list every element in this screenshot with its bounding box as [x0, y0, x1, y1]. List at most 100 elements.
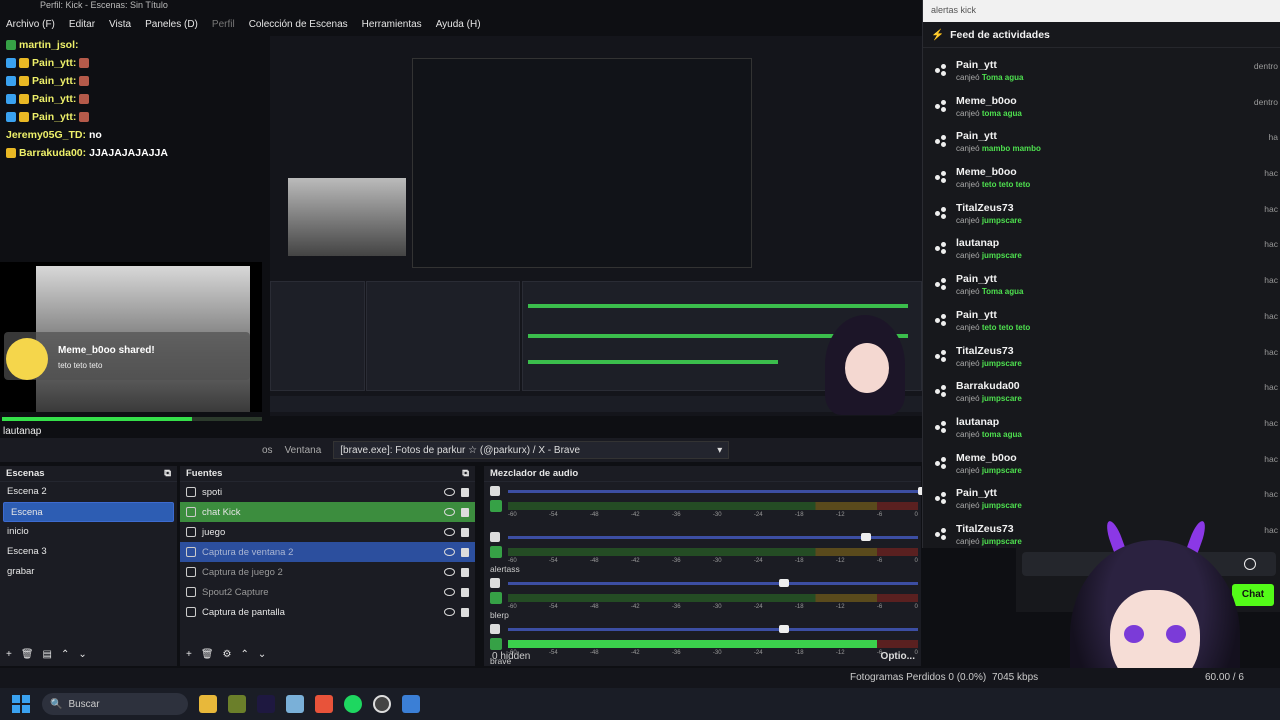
volume-slider[interactable] [508, 625, 918, 633]
speaker-icon[interactable] [490, 486, 500, 496]
eye-icon[interactable] [444, 488, 455, 496]
scene-item[interactable]: Escena 2 [0, 482, 177, 502]
spotify-icon[interactable] [344, 695, 362, 713]
lock-icon[interactable] [461, 507, 469, 517]
scene-item[interactable]: Escena [3, 502, 174, 522]
lock-icon[interactable] [461, 487, 469, 497]
menu-coleccion[interactable]: Colección de Escenas [249, 19, 348, 30]
filter-icon[interactable]: ▤ [43, 649, 52, 660]
lock-icon[interactable] [461, 547, 469, 557]
taskbar-search[interactable]: 🔍 Buscar [42, 693, 188, 715]
monitor-icon[interactable] [490, 500, 502, 512]
menu-archivo[interactable]: Archivo (F) [6, 19, 55, 30]
undock-icon[interactable]: ⧉ [462, 468, 469, 479]
chat-line: martin_jsol: [6, 36, 264, 54]
menu-vista[interactable]: Vista [109, 19, 131, 30]
vtube-icon[interactable] [402, 695, 420, 713]
chat-user: Barrakuda00: [19, 147, 87, 159]
speaker-icon[interactable] [490, 578, 500, 588]
volume-slider[interactable] [508, 533, 918, 541]
trash-icon[interactable]: 🗑 [21, 649, 34, 660]
trash-icon[interactable]: 🗑 [201, 649, 214, 660]
menu-herramientas[interactable]: Herramientas [362, 19, 422, 30]
feed-item: Meme_b0oo canjeó jumpscare hac [923, 449, 1280, 485]
add-icon[interactable]: + [6, 649, 12, 660]
reward-icon [935, 420, 949, 433]
source-item[interactable]: Captura de juego 2 [180, 562, 475, 582]
monitor-icon[interactable] [490, 638, 502, 650]
lock-icon[interactable] [461, 587, 469, 597]
volume-slider[interactable] [508, 487, 928, 495]
monitor-icon[interactable] [490, 592, 502, 604]
nested-scenes [270, 281, 365, 391]
chevron-down-icon[interactable]: ⌄ [78, 649, 86, 660]
eye-icon[interactable] [444, 588, 455, 596]
volume-slider[interactable] [508, 579, 918, 587]
vtuber-avatar-small [815, 305, 915, 415]
obs-icon[interactable] [373, 695, 391, 713]
source-item[interactable]: juego [180, 522, 475, 542]
chevron-up-icon[interactable]: ⌃ [61, 649, 69, 660]
gear-icon[interactable]: ⚙ [223, 649, 232, 660]
chevron-up-icon[interactable]: ⌃ [241, 649, 249, 660]
alert-preview: Meme_b0oo shared! teto teto teto [0, 262, 262, 412]
chat-user: martin_jsol: [19, 39, 79, 51]
reward-icon [935, 135, 949, 148]
feed-item: Pain_ytt canjeó mambo mambo ha [923, 127, 1280, 163]
feed-header: ⚡ Feed de actividades [923, 22, 1280, 48]
emote-icon [79, 112, 90, 122]
source-item[interactable]: spoti [180, 482, 475, 502]
volume-knob[interactable] [860, 533, 871, 541]
lock-icon[interactable] [461, 607, 469, 617]
feed-user: lautanap [956, 237, 1000, 250]
level-fill [508, 640, 877, 648]
eye-icon[interactable] [444, 568, 455, 576]
tick-label: -42 [630, 512, 640, 518]
chevron-down-icon[interactable]: ⌄ [258, 649, 266, 660]
tick-label: 0 [914, 604, 918, 610]
tick-label: -12 [835, 558, 845, 564]
source-label: Captura de ventana 2 [202, 546, 294, 558]
tab-properties[interactable]: os [262, 445, 273, 456]
lock-icon[interactable] [461, 567, 469, 577]
source-item[interactable]: chat Kick [180, 502, 475, 522]
brave-icon[interactable] [315, 695, 333, 713]
undock-icon[interactable]: ⧉ [164, 468, 171, 479]
lock-icon[interactable] [461, 527, 469, 537]
mixer-channel: -60 -54 -48 -42 -36 -30 -24 -18 -12 -6 0 [484, 482, 928, 528]
eye-icon[interactable] [444, 508, 455, 516]
reward-icon [935, 99, 949, 112]
menu-editar[interactable]: Editar [69, 19, 95, 30]
windows-start-icon[interactable] [12, 695, 30, 713]
scene-item[interactable]: grabar [0, 562, 177, 582]
folder-icon[interactable] [199, 695, 217, 713]
feed-action: canjeó toma agua [956, 430, 1280, 439]
feed-verb: canjeó [956, 536, 980, 546]
chevron-down-icon: ▾ [717, 444, 723, 456]
feed-reward: toma agua [981, 429, 1022, 439]
meter-ticks: -60 -54 -48 -42 -36 -30 -24 -18 -12 -6 0 [508, 558, 918, 564]
eye-icon[interactable] [444, 528, 455, 536]
add-icon[interactable]: + [186, 649, 192, 660]
eye-icon[interactable] [444, 608, 455, 616]
scene-item[interactable]: Escena 3 [0, 542, 177, 562]
speaker-icon[interactable] [490, 624, 500, 634]
options-button[interactable]: Optio... [881, 651, 915, 662]
menu-paneles[interactable]: Paneles (D) [145, 19, 198, 30]
menu-ayuda[interactable]: Ayuda (H) [436, 19, 481, 30]
source-item[interactable]: Spout2 Capture [180, 582, 475, 602]
premiere-icon[interactable] [257, 695, 275, 713]
volume-knob[interactable] [778, 579, 789, 587]
speaker-icon[interactable] [490, 532, 500, 542]
source-item[interactable]: Captura de ventana 2 [180, 542, 475, 562]
meter-ticks: -60 -54 -48 -42 -36 -30 -24 -18 -12 -6 0 [508, 512, 918, 518]
app-icon[interactable] [286, 695, 304, 713]
source-item[interactable]: Captura de pantalla [180, 602, 475, 622]
eye-icon[interactable] [444, 548, 455, 556]
app-icon[interactable] [228, 695, 246, 713]
scene-item[interactable]: inicio [0, 522, 177, 542]
menu-perfil[interactable]: Perfil [212, 19, 235, 30]
volume-knob[interactable] [778, 625, 789, 633]
window-select[interactable]: [brave.exe]: Fotos de parkur ☆ (@parkurx… [333, 441, 730, 459]
monitor-icon[interactable] [490, 546, 502, 558]
